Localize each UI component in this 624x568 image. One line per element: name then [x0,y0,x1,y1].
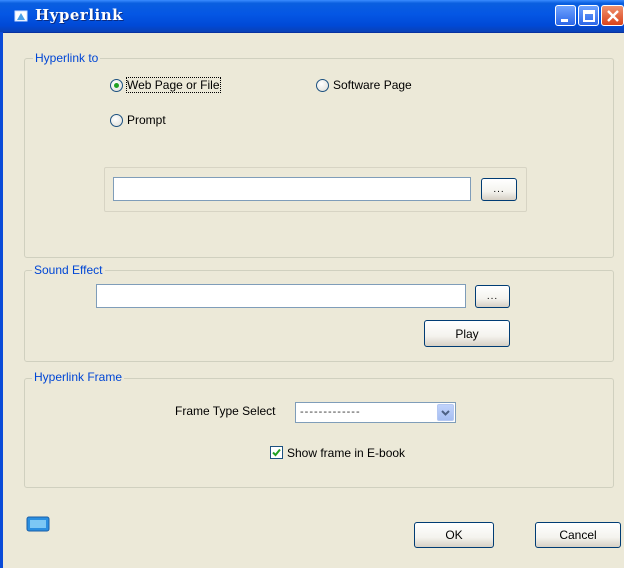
radio-web-page-or-file[interactable]: Web Page or File [110,77,221,93]
minimize-button[interactable] [555,5,576,26]
minimize-icon [561,19,568,22]
hyperlink-to-legend: Hyperlink to [33,51,101,65]
radio-label: Web Page or File [126,77,221,93]
close-button[interactable] [601,5,624,26]
maximize-icon [583,10,595,22]
radio-software-page[interactable]: Software Page [316,78,412,92]
cancel-button[interactable]: Cancel [535,522,621,548]
frame-type-value: ------------- [300,406,361,418]
radio-prompt[interactable]: Prompt [110,113,166,127]
radio-label: Software Page [333,78,412,92]
sound-browse-button[interactable]: ... [475,285,510,308]
show-frame-checkbox[interactable] [270,446,283,459]
chevron-down-icon [441,410,450,416]
frame-type-select[interactable]: ------------- [295,402,456,423]
dropdown-arrow-button[interactable] [437,404,454,421]
maximize-button[interactable] [578,5,599,26]
link-browse-button[interactable]: ... [481,178,517,201]
play-button[interactable]: Play [424,320,510,347]
book-icon [14,10,28,22]
frame-type-label: Frame Type Select [175,404,276,418]
sound-path-input[interactable] [96,284,466,308]
radio-label: Prompt [127,113,166,127]
show-frame-label: Show frame in E-book [287,446,406,460]
sound-effect-legend: Sound Effect [32,263,105,277]
window-title: Hyperlink [35,6,124,24]
title-bar[interactable]: Hyperlink [0,0,624,33]
radio-button-icon [110,78,123,92]
radio-button-icon [316,78,329,92]
close-icon [607,10,619,22]
checkmark-icon [272,448,281,457]
hyperlink-frame-group [24,378,614,488]
radio-button-icon [110,113,123,127]
monitor-icon [26,516,50,532]
link-path-input[interactable] [113,177,471,201]
hyperlink-frame-legend: Hyperlink Frame [32,370,125,384]
window-border [0,32,3,568]
hyperlink-dialog: Hyperlink Hyperlink to Web Page or File … [0,0,624,568]
ok-button[interactable]: OK [414,522,494,548]
